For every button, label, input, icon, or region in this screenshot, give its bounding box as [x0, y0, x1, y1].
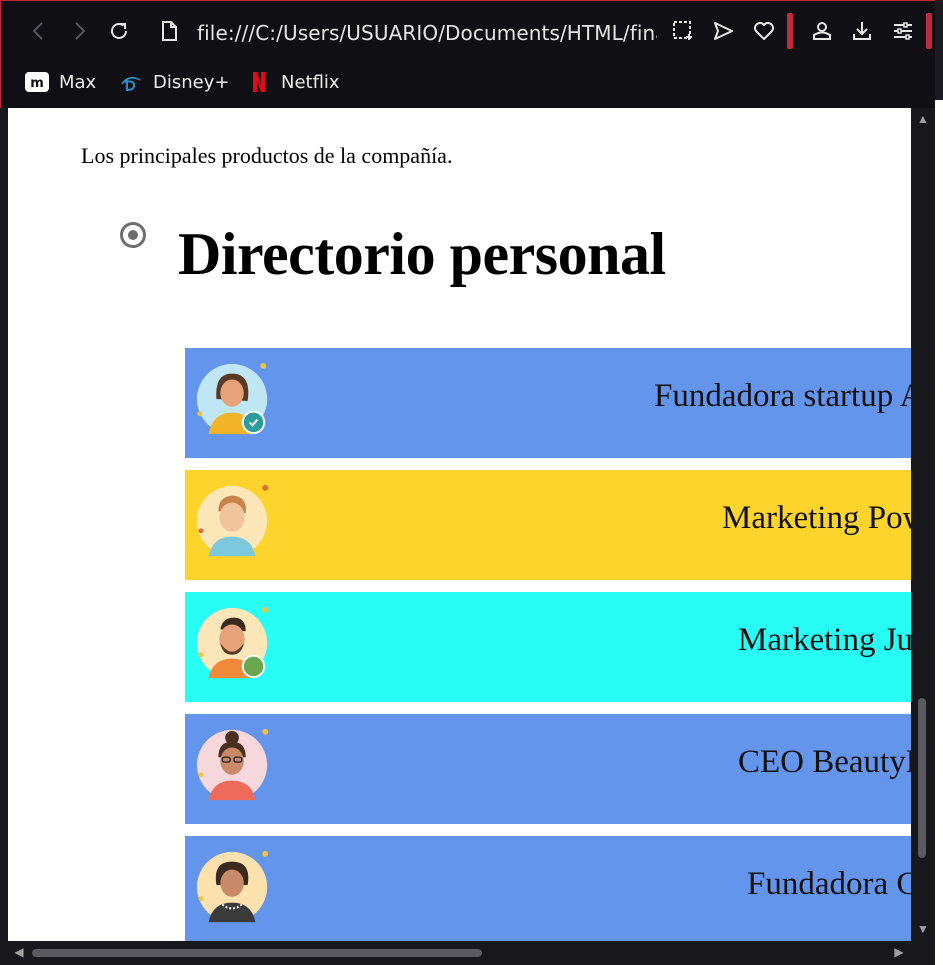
reload-icon: [111, 22, 127, 39]
bookmark-max[interactable]: m Max: [25, 67, 96, 97]
page-viewport: Los principales productos de la compañía…: [8, 108, 911, 941]
favorite-button[interactable]: [748, 15, 780, 47]
forward-button[interactable]: [63, 15, 95, 47]
heart-icon: [754, 22, 774, 40]
settings-button[interactable]: [887, 15, 919, 47]
directory-row[interactable]: Marketing Ju: [185, 592, 911, 702]
browser-toolbar: file:///C:/Users/USUARIO/Documents/HTML/…: [1, 1, 936, 61]
directory-title: CEO BeautyN: [738, 744, 911, 780]
window-edge-indicator: [926, 13, 932, 49]
directory-row[interactable]: CEO BeautyN: [185, 714, 911, 824]
bookmark-disney-plus[interactable]: Disney+: [119, 67, 229, 97]
bearded-man-avatar-icon: [196, 606, 269, 679]
account-button[interactable]: [806, 15, 838, 47]
sidebar-indicator: [787, 13, 793, 49]
scroll-up-arrow-icon[interactable]: ▲: [916, 112, 930, 126]
directory-title: Marketing Ju: [738, 622, 911, 658]
svg-text:m: m: [30, 76, 44, 91]
vertical-scroll-thumb[interactable]: [918, 698, 926, 858]
user-icon: [813, 22, 831, 40]
scroll-down-arrow-icon[interactable]: ▼: [916, 922, 930, 936]
max-logo-icon: m: [25, 70, 49, 94]
disney-plus-logo-icon: [119, 70, 143, 94]
send-button[interactable]: [707, 15, 739, 47]
horizontal-scrollbar[interactable]: ◀ ▶: [8, 941, 911, 965]
back-button[interactable]: [23, 15, 55, 47]
page-heading: Directorio personal: [178, 221, 666, 287]
browser-chrome: file:///C:/Users/USUARIO/Documents/HTML/…: [0, 0, 935, 108]
horizontal-scroll-thumb[interactable]: [32, 949, 482, 957]
download-icon: [853, 22, 871, 40]
chevron-left-icon: [32, 22, 43, 40]
directory-title: Fundadora C: [747, 866, 911, 902]
scrollbar-corner: [911, 941, 935, 965]
address-bar[interactable]: file:///C:/Users/USUARIO/Documents/HTML/…: [197, 19, 657, 47]
file-icon: [162, 21, 177, 41]
scroll-left-arrow-icon[interactable]: ◀: [12, 945, 26, 959]
radio-bullet-icon[interactable]: [120, 222, 146, 248]
man-avatar-icon: [196, 484, 269, 557]
directory-row[interactable]: Fundadora startup A: [185, 348, 911, 458]
reload-button[interactable]: [103, 15, 135, 47]
netflix-logo-icon: [247, 70, 271, 94]
directory-title: Fundadora startup A: [654, 378, 911, 414]
directory-row[interactable]: Fundadora C: [185, 836, 911, 941]
chevron-right-icon: [75, 22, 86, 40]
sliders-icon: [894, 22, 912, 40]
background-window-edge: [935, 0, 943, 965]
woman-curly-avatar-icon: [196, 850, 269, 923]
bookmark-label: Netflix: [281, 71, 340, 93]
bookmark-label: Max: [59, 71, 97, 93]
downloads-button[interactable]: [846, 15, 878, 47]
intro-paragraph: Los principales productos de la compañía…: [81, 143, 453, 168]
scroll-right-arrow-icon[interactable]: ▶: [892, 945, 906, 959]
screenshot-button[interactable]: [667, 15, 699, 47]
screenshot-icon: [673, 21, 692, 40]
directory-title: Marketing Pow: [722, 500, 911, 536]
bookmark-netflix[interactable]: Netflix: [247, 67, 340, 97]
vertical-scrollbar[interactable]: ▲ ▼: [911, 108, 935, 941]
window-left-border: [0, 108, 8, 965]
bookmark-label: Disney+: [153, 71, 230, 93]
woman-avatar-icon: [196, 362, 268, 435]
send-icon: [714, 22, 733, 40]
woman-bun-avatar-icon: [196, 728, 269, 801]
page-info-button[interactable]: [153, 15, 185, 47]
bookmarks-bar: m Max Disney+ Netflix: [1, 61, 936, 105]
directory-row[interactable]: Marketing Pow: [185, 470, 911, 580]
